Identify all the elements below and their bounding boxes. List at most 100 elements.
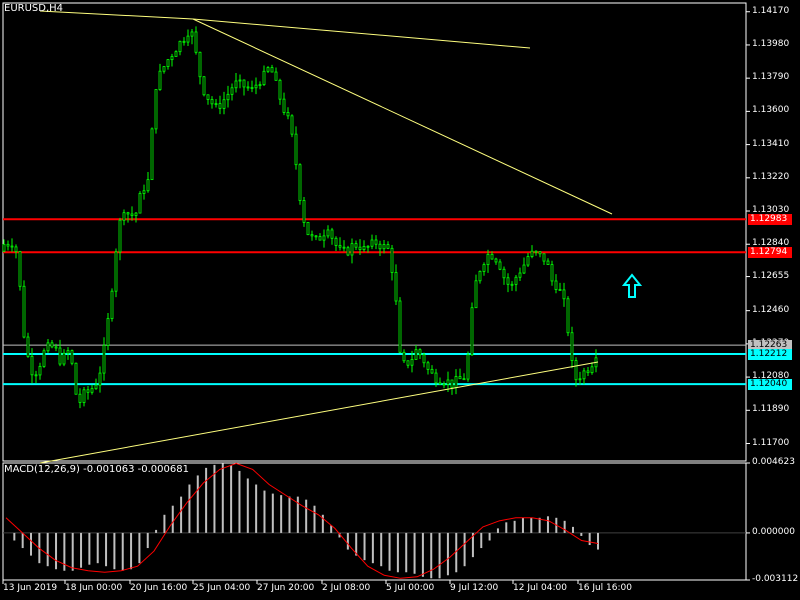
candle-body [178,40,182,53]
candle-body [358,246,362,250]
candle-body [538,251,542,255]
candle-body [362,246,366,250]
candle-body [322,235,326,241]
trend-line [39,361,599,464]
candle-body [6,243,10,247]
candle-body [10,245,14,248]
candle-body [406,360,410,366]
candle-body [458,376,462,380]
candle-body [102,344,106,374]
candle-body [582,370,586,380]
candle-body [498,261,502,270]
price-axis-label: 1.11890 [752,404,790,415]
price-axis-label: 1.12460 [752,304,790,315]
candle-body [2,243,6,252]
candle-body [430,368,434,374]
candle-body [122,212,126,221]
candle-body [110,290,114,319]
candle-body [22,285,26,338]
candle-body [294,133,298,166]
candle-body [78,393,82,403]
candle-body [234,80,238,89]
candle-body [118,219,122,253]
price-tag: 1.12040 [748,378,792,390]
candle-body [166,59,170,67]
candle-body [370,239,374,247]
candle-body [354,243,358,248]
candle-body [226,93,230,101]
candle-body [18,251,22,287]
candle-body [214,103,218,106]
candle-body [318,236,322,241]
chart-title: EURUSD,H4 [4,3,64,14]
candle-body [478,270,482,282]
candle-body [282,98,286,113]
candle-body [454,376,458,388]
candle-body [382,244,386,250]
candle-body [326,229,330,237]
macd-signal-line [5,462,599,579]
candle-body [306,221,310,236]
candle-body [126,212,130,215]
trend-line [192,18,613,215]
candle-body [274,71,278,81]
candle-body [398,300,402,353]
candle-body [314,235,318,238]
candle-body [50,342,54,348]
price-axis-label: 1.11700 [752,437,790,448]
candle-body [254,84,258,89]
candle-body [174,51,178,57]
candle-body [106,318,110,346]
price-axis-label: 1.13790 [752,72,790,83]
candle-body [290,115,294,135]
candle-body [278,79,282,100]
candle-body [186,35,190,43]
candle-body [94,384,98,390]
price-axis-label: 1.14170 [752,5,790,16]
candle-body [386,244,390,249]
macd-title: MACD(12,26,9) -0.001063 -0.000681 [4,464,189,475]
candle-body [394,272,398,302]
price-axis-label: 1.13410 [752,138,790,149]
candle-body [334,237,338,246]
candle-body [38,365,42,376]
candle-body [182,40,186,43]
candle-body [438,382,442,385]
time-axis-label: 25 Jun 04:00 [193,583,251,593]
candle-body [462,378,466,381]
candle-body [350,243,354,256]
candle-body [258,84,262,87]
price-axis-label: 1.13220 [752,171,790,182]
candle-body [170,56,174,61]
candle-body [494,258,498,263]
candle-body [90,388,94,393]
up-arrow-icon[interactable] [622,273,642,299]
candle-body [238,79,242,82]
candle-body [554,280,558,290]
chart-window[interactable]: EURUSD,H4 MACD(12,26,9) -0.001063 -0.000… [0,0,800,600]
candle-body [66,350,70,354]
candle-body [190,31,194,37]
candle-body [414,349,418,360]
candle-body [490,253,494,260]
candle-body [434,372,438,384]
candle-body [194,31,198,53]
candle-body [230,87,234,95]
candle-body [486,253,490,266]
candle-body [502,268,506,279]
candle-body [366,245,370,248]
candle-body [262,70,266,86]
chart-canvas[interactable] [0,0,800,600]
candle-body [374,239,378,245]
candle-body [302,200,306,223]
time-axis-label: 27 Jun 20:00 [257,583,315,593]
price-tag: 1.12794 [748,246,792,258]
candle-body [42,350,46,367]
candle-body [30,355,34,376]
candle-body [222,99,226,109]
candle-body [566,298,570,334]
candle-body [426,362,430,370]
candle-body [134,212,138,216]
candle-body [342,246,346,249]
candle-body [270,67,274,73]
